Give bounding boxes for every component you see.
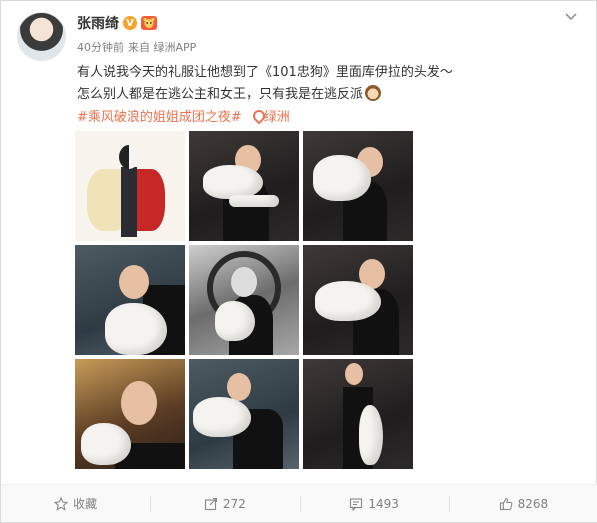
location-link[interactable]: 绿洲 [252, 106, 290, 125]
comment-icon [350, 497, 363, 511]
image-thumb-4[interactable] [75, 245, 185, 355]
author-name[interactable]: 张雨绮 [77, 13, 119, 33]
vip-badge-icon [141, 16, 157, 30]
comment-button[interactable]: 1493 [299, 485, 449, 522]
image-thumb-9[interactable] [303, 359, 413, 469]
location-label: 绿洲 [263, 110, 290, 125]
image-grid [75, 131, 415, 471]
chevron-down-icon[interactable] [563, 9, 579, 25]
post-text-line-2-text: 怎么别人都是在逃公主和女王，只有我是在逃反派 [77, 87, 364, 102]
action-bar: 收藏 272 1493 8268 [1, 484, 597, 522]
dog-emoji-icon [365, 84, 382, 101]
verified-badge: V [123, 16, 137, 30]
thumb-up-icon [499, 497, 513, 510]
post-time[interactable]: 40分钟前 [77, 39, 124, 55]
image-thumb-8[interactable] [189, 359, 299, 469]
post-text-line-1: 有人说我今天的礼服让他想到了《101忠狗》里面库伊拉的头发～ [77, 65, 453, 80]
image-thumb-2[interactable] [189, 131, 299, 241]
image-thumb-6[interactable] [303, 245, 413, 355]
repost-count: 272 [222, 496, 246, 511]
star-icon [54, 496, 69, 511]
like-count: 8268 [517, 496, 549, 511]
location-pin-icon [252, 110, 262, 122]
avatar[interactable] [17, 12, 66, 61]
image-thumb-7[interactable] [75, 359, 185, 469]
post-source: 来自 绿洲APP [128, 41, 197, 54]
weibo-post-card: 张雨绮 V 40分钟前 来自 绿洲APP 有人说我今天的礼服让他想到了《101忠… [0, 0, 597, 523]
post-tags: #乘风破浪的姐姐成团之夜# 绿洲 [77, 106, 290, 125]
comment-count: 1493 [368, 496, 399, 511]
image-thumb-3[interactable] [303, 131, 413, 241]
author-row: 张雨绮 V [77, 14, 157, 32]
like-button[interactable]: 8268 [448, 485, 597, 522]
post-text-line-2: 怎么别人都是在逃公主和女王，只有我是在逃反派 [77, 83, 382, 102]
favorite-button[interactable]: 收藏 [1, 485, 150, 522]
hashtag-link[interactable]: #乘风破浪的姐姐成团之夜# [77, 106, 242, 125]
image-thumb-5[interactable] [189, 245, 299, 355]
favorite-label: 收藏 [73, 497, 98, 511]
repost-button[interactable]: 272 [150, 485, 299, 522]
post-meta: 40分钟前 来自 绿洲APP [77, 39, 196, 55]
share-icon [204, 497, 217, 510]
image-thumb-1[interactable] [75, 131, 185, 241]
